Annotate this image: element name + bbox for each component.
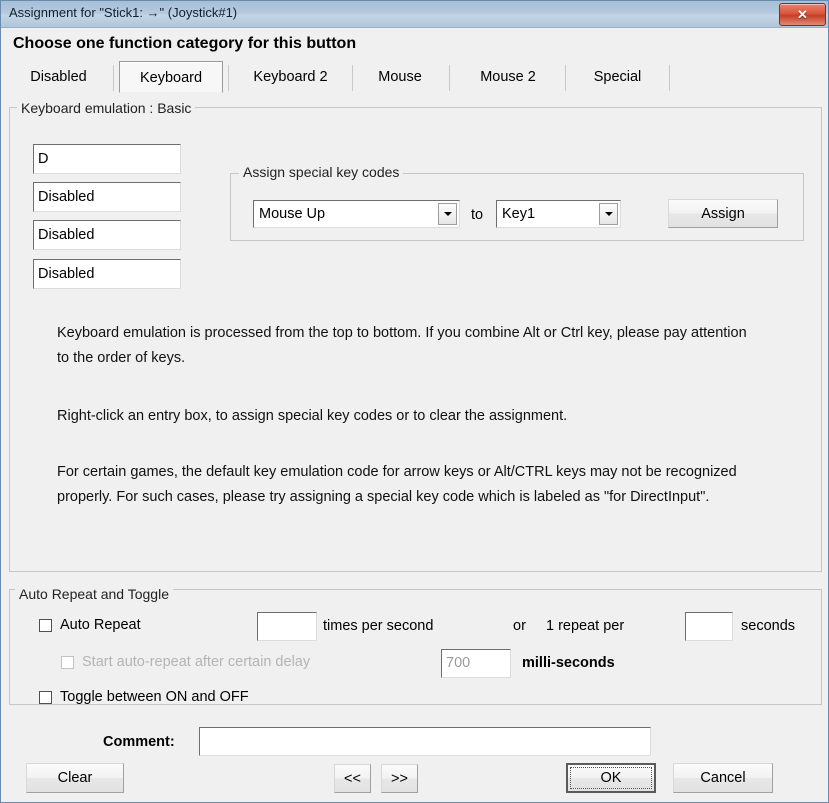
start-auto-repeat-delay-label: Start auto-repeat after certain delay	[82, 654, 311, 670]
chevron-down-icon[interactable]	[599, 203, 618, 225]
cancel-button[interactable]: Cancel	[673, 763, 773, 793]
comment-label: Comment:	[103, 734, 175, 750]
tab-separator	[449, 65, 450, 91]
times-per-second-label: times per second	[323, 618, 434, 634]
special-key-source-dropdown[interactable]: Mouse Up	[253, 200, 460, 228]
key-entry-4[interactable]: Disabled	[33, 259, 181, 289]
repeat-rate-input[interactable]	[257, 612, 317, 641]
help-paragraph-3: For certain games, the default key emula…	[57, 464, 737, 505]
auto-repeat-label: Auto Repeat	[60, 617, 141, 633]
special-key-codes-group-title: Assign special key codes	[239, 164, 404, 180]
tab-keyboard-2[interactable]: Keyboard 2	[233, 61, 348, 93]
auto-repeat-group	[9, 589, 822, 705]
seconds-label: seconds	[741, 618, 796, 634]
key-entry-2[interactable]: Disabled	[33, 182, 181, 212]
tab-separator	[352, 65, 353, 91]
focus-ring	[570, 767, 652, 789]
toggle-on-off-checkbox[interactable]: Toggle between ON and OFF	[39, 689, 249, 705]
help-paragraph-1: Keyboard emulation is processed from the…	[57, 325, 747, 366]
checkbox-icon[interactable]	[61, 655, 74, 669]
or-label: or	[513, 618, 526, 634]
toggle-on-off-label: Toggle between ON and OFF	[60, 689, 249, 705]
page-title: Choose one function category for this bu…	[13, 35, 357, 52]
key-entry-3[interactable]: Disabled	[33, 220, 181, 250]
tab-mouse-2[interactable]: Mouse 2	[456, 61, 560, 93]
tab-separator	[669, 65, 670, 91]
keyboard-emulation-group-title: Keyboard emulation : Basic	[17, 100, 196, 116]
key-entry-1[interactable]: D	[33, 144, 181, 174]
checkbox-icon[interactable]	[39, 690, 52, 704]
assignment-dialog: Assignment for "Stick1: →" (Joystick#1) …	[0, 0, 829, 803]
tab-separator	[228, 65, 229, 91]
tab-separator	[565, 65, 566, 91]
previous-button[interactable]: <<	[334, 764, 371, 793]
window-title: Assignment for "Stick1: →" (Joystick#1)	[9, 5, 238, 20]
assign-button[interactable]: Assign	[668, 199, 778, 228]
tab-special[interactable]: Special	[571, 61, 664, 93]
checkbox-icon[interactable]	[39, 618, 52, 632]
clear-button[interactable]: Clear	[26, 763, 124, 793]
comment-input[interactable]	[199, 727, 651, 756]
next-button[interactable]: >>	[381, 764, 418, 793]
special-key-source-value: Mouse Up	[259, 206, 326, 222]
title-bar: Assignment for "Stick1: →" (Joystick#1) …	[1, 1, 828, 28]
one-repeat-per-label: 1 repeat per	[546, 618, 625, 634]
ok-button[interactable]: OK	[566, 763, 656, 793]
tab-separator	[113, 65, 114, 91]
to-label: to	[471, 207, 484, 223]
special-key-target-dropdown[interactable]: Key1	[496, 200, 621, 228]
repeat-seconds-input[interactable]	[685, 612, 733, 641]
close-icon: ✕	[797, 7, 808, 22]
tab-keyboard[interactable]: Keyboard	[119, 61, 223, 93]
help-paragraph-2: Right-click an entry box, to assign spec…	[57, 408, 568, 424]
milli-seconds-label: milli-seconds	[522, 655, 615, 671]
tab-disabled[interactable]: Disabled	[9, 61, 108, 93]
special-key-target-value: Key1	[502, 206, 536, 222]
tab-mouse[interactable]: Mouse	[357, 61, 443, 93]
delay-input[interactable]: 700	[441, 649, 511, 678]
chevron-down-icon[interactable]	[438, 203, 457, 225]
auto-repeat-checkbox[interactable]: Auto Repeat	[39, 617, 141, 633]
auto-repeat-group-title: Auto Repeat and Toggle	[15, 586, 173, 602]
close-button[interactable]: ✕	[779, 3, 826, 26]
start-auto-repeat-delay-checkbox[interactable]: Start auto-repeat after certain delay	[61, 654, 310, 670]
